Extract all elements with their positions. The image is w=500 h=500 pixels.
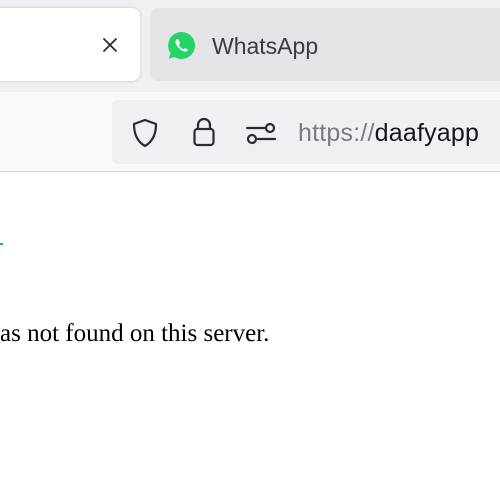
permissions-button[interactable] <box>243 118 279 148</box>
lock-icon <box>193 117 215 147</box>
error-message: as not found on this server. <box>0 320 270 347</box>
permissions-icon <box>245 122 277 145</box>
url-host: daafyapp <box>374 119 480 147</box>
site-security-button[interactable] <box>187 114 221 150</box>
tab-whatsapp[interactable] <box>150 8 500 81</box>
url-scheme: https:// <box>298 119 375 147</box>
link-fragment[interactable] <box>0 233 4 247</box>
tracking-protection-button[interactable] <box>128 116 162 150</box>
whatsapp-icon <box>168 31 196 60</box>
tab-whatsapp-title: WhatsApp <box>212 33 319 59</box>
url-field[interactable]: https://daafyapp <box>298 114 479 152</box>
close-tab-button[interactable] <box>96 31 124 59</box>
close-icon <box>103 38 117 52</box>
shield-icon <box>132 118 158 148</box>
